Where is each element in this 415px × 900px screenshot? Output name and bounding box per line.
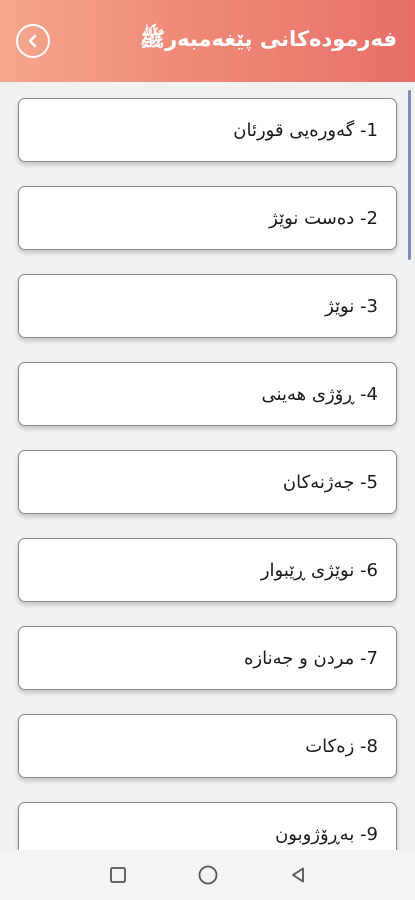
list-item-label: 1- گەورەیی قورئان [233,119,378,141]
list-item-label: 9- بەڕۆژوبون [275,823,378,845]
list-item[interactable]: 3- نوێژ [18,274,397,338]
list-item-label: 6- نوێژی ڕێبوار [260,559,378,581]
back-nav-button[interactable] [284,861,312,889]
list-item-label: 7- مردن و جەنازە [243,647,378,669]
list-item-label: 4- ڕۆژی هەینی [261,383,378,405]
circle-icon [198,865,217,885]
list-item[interactable]: 4- ڕۆژی هەینی [18,362,397,426]
list-item[interactable]: 8- زەکات [18,714,397,778]
chevron-left-icon [28,34,37,48]
list-item[interactable]: 6- نوێژی ڕێبوار [18,538,397,602]
page-title: فەرمودەکانی پێغەمبەرﷺ [139,26,397,51]
list-item-label: 2- دەست نوێژ [269,207,378,229]
scrollbar[interactable] [408,90,411,260]
list-item-label: 5- جەژنەکان [282,471,378,493]
list-item[interactable]: 1- گەورەیی قورئان [18,98,397,162]
recents-button[interactable] [104,861,132,889]
triangle-back-icon [291,867,304,883]
list-item-label: 8- زەکات [305,735,378,757]
list-item-label: 3- نوێژ [325,295,378,317]
list-item[interactable]: 5- جەژنەکان [18,450,397,514]
square-icon [109,867,126,883]
back-button[interactable] [16,24,50,58]
list-item[interactable]: 2- دەست نوێژ [18,186,397,250]
chapter-list[interactable]: 1- گەورەیی قورئان 2- دەست نوێژ 3- نوێژ 4… [0,82,415,850]
system-nav-bar [0,850,415,900]
list-item[interactable]: 9- بەڕۆژوبون [18,802,397,850]
app-header: فەرمودەکانی پێغەمبەرﷺ [0,0,415,82]
list-item[interactable]: 7- مردن و جەنازە [18,626,397,690]
home-button[interactable] [194,861,222,889]
